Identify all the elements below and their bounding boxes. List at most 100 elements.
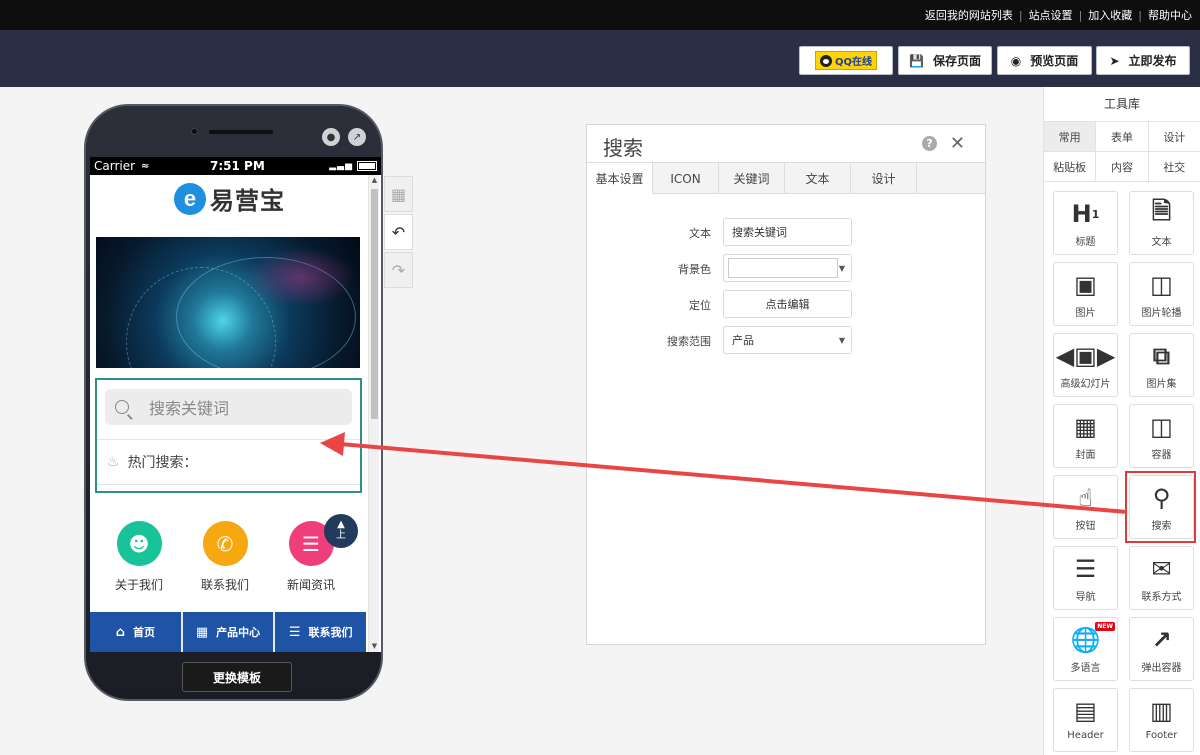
nav-products[interactable]: ▦ 产品中心 [182,612,276,652]
tile-footer[interactable]: ▥ Footer [1129,688,1194,752]
link-my-sites[interactable]: 返回我的网站列表 [925,7,1013,23]
home-icon: ⌂ [115,624,125,640]
preview-label: 预览页面 [1030,54,1079,68]
scroll-up-icon[interactable]: ▲ [369,175,380,186]
phone-screen: Carrier ≈ 7:51 PM ▂▃▅ e 易营宝 搜索关键词 ♨ 热门搜索… [90,157,381,652]
edit-position-button[interactable]: 点击编辑 [723,290,852,318]
link-help-center[interactable]: 帮助中心 [1148,7,1192,23]
screen-scrollbar[interactable]: ▲ ▼ [368,175,379,652]
bg-color-label: 背景色 [678,263,711,276]
status-bar: Carrier ≈ 7:51 PM ▂▃▅ [90,157,381,175]
bg-color-picker[interactable]: ▼ [723,254,852,282]
category-clipboard[interactable]: 粘贴板 [1044,152,1097,181]
tile-navigation[interactable]: ☰ 导航 [1053,546,1118,610]
save-label: 保存页面 [932,54,981,68]
scope-select[interactable]: 产品 ▼ [723,326,852,354]
publish-button[interactable]: ➤ 立即发布 [1096,46,1190,75]
text-label: 文本 [689,227,711,240]
button-tap-icon: ☝ [1078,484,1093,512]
phone-camera [191,128,198,135]
change-template-button[interactable]: 更换模板 [182,662,292,692]
tile-text[interactable]: 🗎 文本 [1129,191,1194,255]
nav-label: 首页 [132,626,155,639]
wechat-icon[interactable]: ● [322,128,340,146]
nav-list-icon: ☰ [1074,555,1097,583]
people-icon: ☻ [116,521,162,566]
library-title: 工具库 [1044,87,1200,122]
save-page-button[interactable]: 💾 保存页面 [898,46,992,75]
tile-button[interactable]: ☝ 按钮 [1053,475,1118,539]
close-icon[interactable]: ✕ [950,133,965,154]
search-bar[interactable]: 搜索关键词 [105,389,352,425]
qq-badge: QQ在线 [814,51,877,70]
undo-icon[interactable]: ↶ [384,214,413,250]
search-properties-panel: 搜索 ? ✕ 基本设置 ICON 关键词 文本 设计 文本 搜索关键词 背景色 … [586,124,986,645]
battery-icon [357,161,377,171]
stats-icon[interactable]: ↗ [348,128,366,146]
panel-tabs: 基本设置 ICON 关键词 文本 设计 [587,162,985,194]
qq-online-button[interactable]: QQ在线 [799,46,893,75]
hot-search-row: ♨ 热门搜索： [97,439,360,485]
scroll-down-icon[interactable]: ▼ [369,641,380,652]
tile-cover[interactable]: ▦ 封面 [1053,404,1118,468]
back-to-top-button[interactable]: ▲ 上 [324,514,358,548]
scroll-thumb[interactable] [371,189,378,419]
qr-code-icon[interactable]: ▦ [384,176,413,212]
search-tile-highlight [1125,471,1196,543]
field-row-bg: 背景色 ▼ [587,254,985,282]
separator: | [1018,8,1023,22]
chevron-down-icon: ▼ [838,264,845,273]
hot-search-label: 热门搜索： [127,455,198,471]
tab-text[interactable]: 文本 [785,163,851,194]
category-common[interactable]: 常用 [1044,122,1097,151]
tile-label: 图片集 [1146,379,1177,390]
category-form[interactable]: 表单 [1096,122,1149,151]
quick-link-contact[interactable]: ✆ 联系我们 [182,521,268,593]
nav-contact[interactable]: ☰ 联系我们 [275,612,367,652]
scope-value: 产品 [732,334,754,347]
editor-toolbar: QQ在线 💾 保存页面 ◉ 预览页面 ➤ 立即发布 [0,30,1200,87]
link-add-favorite[interactable]: 加入收藏 [1088,7,1132,23]
tab-icon[interactable]: ICON [653,163,719,194]
search-module[interactable]: 搜索关键词 ♨ 热门搜索： [95,378,362,493]
tile-image[interactable]: ▣ 图片 [1053,262,1118,326]
tile-popup[interactable]: ↗ 弹出容器 [1129,617,1194,681]
eye-icon: ◉ [1010,53,1022,68]
redo-icon[interactable]: ↷ [384,252,413,288]
category-content[interactable]: 内容 [1096,152,1149,181]
text-input[interactable]: 搜索关键词 [723,218,852,246]
separator: | [1138,8,1142,22]
wifi-icon: ≈ [141,160,150,172]
tile-container[interactable]: ◫ 容器 [1129,404,1194,468]
help-icon[interactable]: ? [922,136,937,151]
tile-image-carousel[interactable]: ◫ 图片轮播 [1129,262,1194,326]
site-logo[interactable]: e 易营宝 [174,181,285,216]
header-layout-icon: ▤ [1074,697,1097,725]
quick-link-about[interactable]: ☻ 关于我们 [96,521,182,593]
tile-contact[interactable]: ✉ 联系方式 [1129,546,1194,610]
tile-gallery[interactable]: ⧉ 图片集 [1129,333,1194,397]
color-swatch [728,258,838,278]
banner-image[interactable] [96,237,360,368]
qq-label: QQ在线 [834,57,872,68]
triangle-up-icon: ▲ [337,519,345,530]
tile-header[interactable]: ▤ Header [1053,688,1118,752]
category-social[interactable]: 社交 [1149,152,1200,181]
tab-design[interactable]: 设计 [851,163,917,194]
tile-multilanguage[interactable]: NEW 🌐 多语言 [1053,617,1118,681]
top-links: 返回我的网站列表 | 站点设置 | 加入收藏 | 帮助中心 [925,7,1192,23]
category-design[interactable]: 设计 [1149,122,1200,151]
tile-label: 导航 [1075,592,1096,603]
preview-page-button[interactable]: ◉ 预览页面 [997,46,1092,75]
tile-slideshow[interactable]: ◀▣▶ 高级幻灯片 [1053,333,1118,397]
tile-label: 标题 [1075,237,1096,248]
link-site-settings[interactable]: 站点设置 [1029,7,1073,23]
logo-text: 易营宝 [210,187,285,215]
search-placeholder: 搜索关键词 [149,399,230,418]
tab-basic-settings[interactable]: 基本设置 [587,163,653,194]
logo-mark: e [174,182,206,215]
tab-keywords[interactable]: 关键词 [719,163,785,194]
nav-home[interactable]: ⌂ 首页 [90,612,183,652]
tile-heading[interactable]: H1 标题 [1053,191,1118,255]
quick-link-label: 关于我们 [114,578,163,592]
